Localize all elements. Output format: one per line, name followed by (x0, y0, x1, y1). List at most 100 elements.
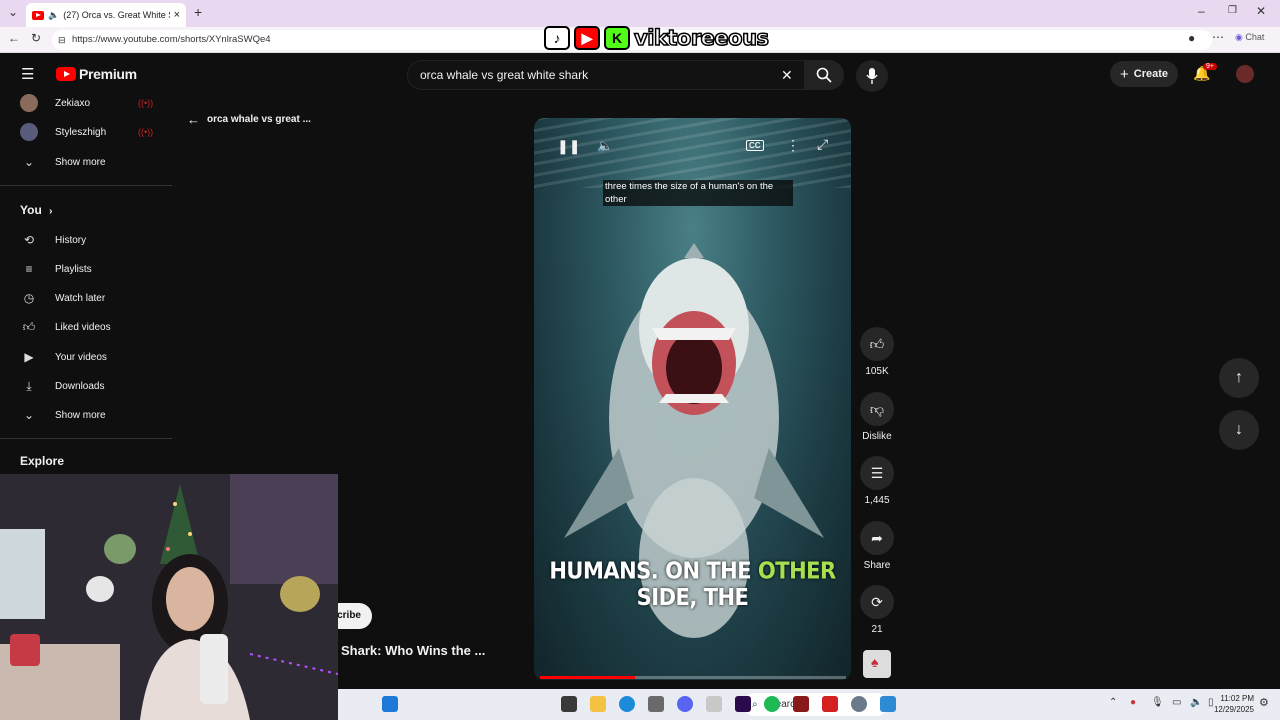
discord-icon[interactable] (677, 696, 693, 712)
pause-icon[interactable]: ❚❚ (557, 138, 580, 155)
channel-avatar (20, 123, 38, 141)
microphone-icon (866, 68, 878, 84)
account-avatar[interactable] (1236, 65, 1254, 83)
previous-short-button[interactable]: ↑ (1219, 358, 1259, 398)
windows-start-icon[interactable] (382, 696, 398, 712)
profile-avatar-icon[interactable]: ● (1188, 31, 1195, 45)
search-input-value: orca whale vs great white shark (420, 68, 589, 82)
history-icon: ⟲ (23, 233, 35, 247)
spotify-icon[interactable] (764, 696, 780, 712)
tiktok-icon: ♪ (544, 26, 570, 50)
more-options-icon[interactable]: ⋮ (786, 137, 800, 154)
sidebar-item-history[interactable]: ⟲ History (0, 226, 172, 254)
sidebar-item-watch-later[interactable]: ◷ Watch later (0, 284, 172, 312)
create-button[interactable]: + Create (1110, 61, 1178, 87)
comments-action[interactable]: ☰ 1,445 (860, 456, 894, 506)
sidebar-subscription-zekiaxo[interactable]: Zekiaxo ((•)) (0, 89, 172, 117)
dislike-action[interactable]: 👎︎ Dislike (860, 392, 894, 442)
arrow-up-icon: ↑ (1235, 369, 1243, 386)
subscribe-label: cribe (337, 610, 361, 621)
youtube-premium-logo[interactable]: Premium (56, 66, 137, 82)
chat-label: Chat (1245, 32, 1265, 42)
bird-icon: ♠ (871, 654, 879, 670)
tab-actions-icon[interactable]: ⌄ (8, 5, 18, 19)
clear-search-icon[interactable]: ✕ (781, 61, 793, 89)
back-arrow-icon: ← (187, 112, 200, 127)
window-close-icon[interactable]: ✕ (1256, 4, 1266, 18)
site-info-icon[interactable]: ⊟ (58, 30, 66, 50)
sidebar-item-label: Your videos (55, 351, 107, 363)
sidebar-you-heading[interactable]: You › (20, 203, 52, 217)
like-action[interactable]: 👍︎ 105K (860, 327, 894, 377)
show-more-label: Show more (55, 409, 106, 421)
you-label: You (20, 203, 42, 217)
sidebar-item-playlists[interactable]: ≡ Playlists (0, 255, 172, 283)
share-action[interactable]: ➦ Share (860, 521, 894, 571)
video-progress-bar[interactable] (540, 676, 846, 679)
back-to-search-link[interactable]: ← orca whale vs great ... (187, 112, 311, 127)
more-menu-icon[interactable]: ⋯ (1212, 30, 1224, 44)
thumbs-down-icon: 👎︎ (860, 392, 894, 426)
browser-tab-active[interactable]: 🔈 (27) Orca vs. Great White Sha × (26, 3, 186, 27)
copilot-chat-button[interactable]: ◉ Chat (1235, 32, 1264, 43)
sidebar-item-liked-videos[interactable]: 👍︎ Liked videos (0, 313, 172, 341)
clock-icon: ◷ (23, 291, 35, 305)
caption-text-post: SIDE, THE (636, 584, 749, 611)
hamburger-menu-icon[interactable]: ☰ (21, 65, 34, 83)
back-arrow-icon[interactable]: ← (8, 31, 20, 45)
sidebar-item-label: Downloads (55, 380, 105, 392)
sound-thumbnail[interactable]: ♠ (863, 650, 891, 678)
sidebar-subscription-styleszhigh[interactable]: Styleszhigh ((•)) (0, 118, 172, 146)
back-label: orca whale vs great ... (207, 114, 311, 125)
settings-icon[interactable] (851, 696, 867, 712)
app-icon-red[interactable] (793, 696, 809, 712)
clock-date: 12/29/2025 (1213, 705, 1254, 714)
sidebar-item-label: History (55, 234, 87, 246)
tray-network-icon[interactable]: ▭ (1172, 697, 1181, 708)
search-icon: ⌕ (752, 699, 758, 710)
chevron-down-icon: ⌄ (23, 408, 35, 422)
store-icon[interactable] (648, 696, 664, 712)
premiere-icon[interactable] (735, 696, 751, 712)
tray-chevron-icon[interactable]: ⌃ (1109, 697, 1117, 708)
tray-mic-icon[interactable]: 🎙︎ (1151, 697, 1164, 708)
remix-action[interactable]: ⟳ 21 (860, 585, 894, 635)
share-icon: ➦ (860, 521, 894, 555)
thumbs-up-icon: 👍︎ (22, 319, 36, 334)
fullscreen-icon[interactable]: ⤢ (817, 136, 828, 153)
voice-search-button[interactable] (856, 60, 888, 92)
sidebar-show-more[interactable]: ⌄ Show more (0, 148, 172, 176)
next-short-button[interactable]: ↓ (1219, 410, 1259, 450)
refresh-icon[interactable]: ↻ (31, 31, 41, 45)
tab-close-icon[interactable]: × (174, 9, 180, 21)
file-explorer-icon[interactable] (590, 696, 606, 712)
video-title[interactable]: Shark: Who Wins the ... (341, 643, 485, 658)
notification-badge: 9+ (1203, 63, 1217, 70)
taskbar-clock[interactable]: 11:02 PM 12/29/2025 (1210, 693, 1254, 715)
live-indicator-icon: ((•)) (138, 127, 154, 137)
tray-app-icon[interactable]: ● (1130, 697, 1136, 708)
app-icon-bolt[interactable] (822, 696, 838, 712)
sidebar-item-downloads[interactable]: ⤓ Downloads (0, 372, 172, 400)
sidebar-item-your-videos[interactable]: ▶ Your videos (0, 343, 172, 371)
playlists-icon: ≡ (25, 262, 33, 276)
tray-volume-icon[interactable]: 🔈 (1190, 697, 1202, 708)
video-caption: three times the size of a human's on the… (603, 180, 793, 206)
youtube-logo-icon (56, 67, 76, 81)
sidebar-show-more-2[interactable]: ⌄ Show more (0, 401, 172, 429)
maximize-icon[interactable]: ❐ (1228, 5, 1237, 16)
search-button[interactable] (804, 60, 844, 90)
xbox-icon[interactable] (706, 696, 722, 712)
task-view-icon[interactable] (561, 696, 577, 712)
new-tab-icon[interactable]: + (194, 4, 202, 20)
edge-browser-icon[interactable] (619, 696, 635, 712)
volume-icon[interactable]: 🔈 (597, 138, 613, 154)
closed-captions-icon[interactable]: CC (746, 140, 764, 151)
copilot-icon: ◉ (1235, 32, 1243, 42)
minimize-icon[interactable]: – (1198, 4, 1205, 18)
sidebar-divider (0, 438, 172, 439)
search-input[interactable]: orca whale vs great white shark ✕ (407, 60, 805, 90)
notification-center-icon[interactable]: ⚙ (1259, 696, 1269, 709)
sidebar-item-label: Watch later (55, 292, 106, 304)
app-icon-blue[interactable] (880, 696, 896, 712)
